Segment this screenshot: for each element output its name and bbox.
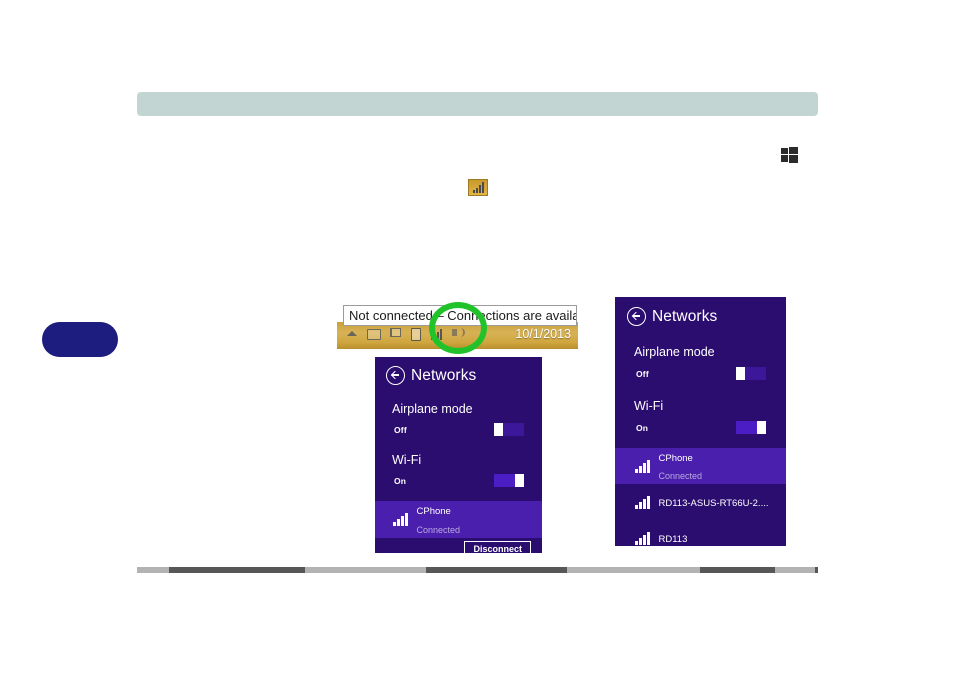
show-hidden-icons-chevron-icon[interactable] [345,325,359,341]
airplane-mode-row: Off [394,423,524,436]
airplane-mode-state: Off [636,368,649,379]
panel-title: Networks [411,366,477,384]
airplane-mode-row: Off [636,367,766,380]
network-name: CPhone [658,452,693,464]
windows-logo-icon [781,147,798,163]
wifi-toggle[interactable] [494,474,524,487]
network-list-item[interactable]: RD113 [615,520,786,546]
network-name: RD113 [658,533,688,545]
footer-rule-segment [137,567,169,573]
network-status: Connected [416,524,461,535]
footer-rule-segment [305,567,426,573]
wifi-label: Wi-Fi [634,399,664,413]
action-center-flag-icon[interactable] [387,325,401,341]
wifi-signal-icon [635,459,650,473]
wifi-signal-icon [635,495,650,509]
wifi-row: On [636,421,766,434]
panel-title: Networks [652,307,718,325]
panel-header: Networks [615,297,786,326]
back-arrow-circle-icon[interactable] [627,307,646,326]
network-status: Connected [658,471,703,481]
page-number-badge [42,322,118,357]
signal-bars [472,182,484,193]
taskbar-clock[interactable]: 10/1/2013 [515,327,571,341]
wifi-toggle[interactable] [736,421,766,434]
panel-header: Networks [375,357,542,385]
network-list-item[interactable]: RD113-ASUS-RT66U-2.... [615,484,786,520]
windows-logo-quadrant [781,155,788,162]
battery-icon[interactable] [408,325,422,341]
wifi-label: Wi-Fi [392,453,422,467]
footer-rule-segment [567,567,700,573]
wifi-row: On [394,474,524,487]
windows-logo-quadrant [781,148,788,154]
footer-rule-segment [775,567,815,573]
back-arrow-circle-icon[interactable] [386,366,405,385]
networks-panel-connected: Networks Airplane mode Off Wi-Fi On CPho… [375,357,542,553]
footer-rule [137,567,818,573]
wifi-signal-icon [635,531,650,545]
windows-logo-quadrant [789,155,798,163]
network-actions: Disconnect [375,541,542,553]
wifi-state: On [636,422,649,433]
network-name: CPhone [416,506,451,518]
network-list-item[interactable]: CPhone Connected [615,448,786,484]
monitor-icon[interactable] [366,325,381,341]
airplane-mode-toggle[interactable] [494,423,524,436]
section-heading-bar [137,92,818,116]
network-list-item[interactable]: CPhone Connected [375,501,542,538]
annotation-circle [429,302,487,354]
wifi-state: On [394,475,407,486]
airplane-mode-toggle[interactable] [736,367,766,380]
networks-panel-list: Networks Airplane mode Off Wi-Fi On CPho… [615,297,786,546]
airplane-mode-label: Airplane mode [392,402,473,416]
airplane-mode-label: Airplane mode [634,345,715,359]
wifi-signal-icon [393,513,408,526]
windows-logo-quadrant [789,147,798,154]
network-name: RD113-ASUS-RT66U-2.... [658,497,769,509]
disconnect-button[interactable]: Disconnect [464,541,531,553]
wireless-signal-bars-icon [468,179,488,196]
airplane-mode-state: Off [394,424,407,435]
network-list: CPhone Connected RD113-ASUS-RT66U-2.... … [615,448,786,546]
